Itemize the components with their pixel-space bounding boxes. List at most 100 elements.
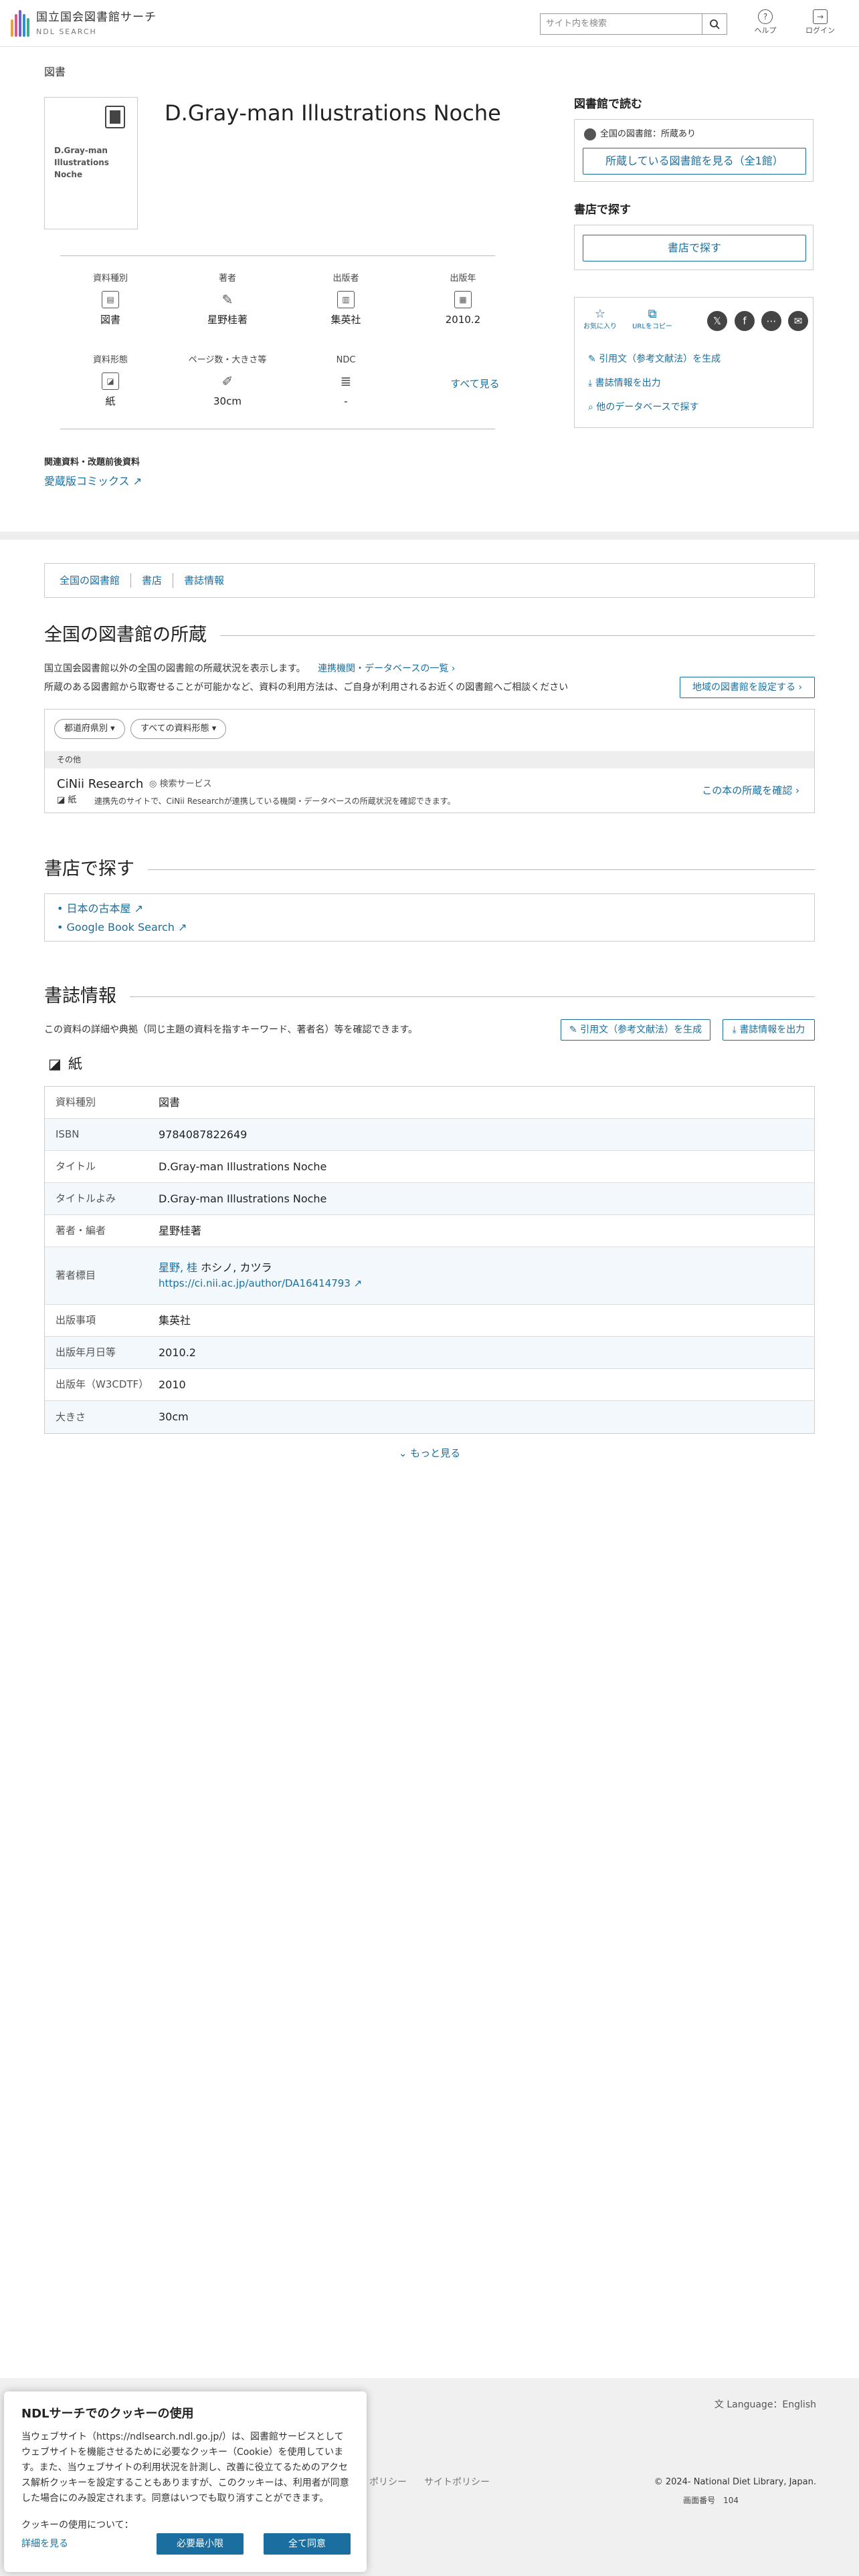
export-button-label: 書誌情報を出力 [739, 1025, 805, 1035]
table-row: 出版年月日等 2010.2 [45, 1337, 814, 1369]
bookstore-link[interactable]: • 日本の古本屋 ↗ [57, 899, 802, 918]
row-key: ISBN [56, 1128, 80, 1141]
row-value: 図書 [159, 1095, 181, 1109]
author-authority-link[interactable]: https://ci.nii.ac.jp/author/DA16414793 [159, 1277, 351, 1289]
logo-subtitle: NDL SEARCH [36, 27, 97, 36]
bookstore-link[interactable]: • Google Book Search ↗ [57, 918, 802, 937]
row-value: 9784087822649 [159, 1128, 248, 1141]
bookstores-section-heading: 書店で探す [44, 856, 815, 883]
source-tag-label: 検索サービス [159, 779, 212, 789]
thumbnail-title: D.Gray‐man Illustrations Noche [54, 146, 109, 179]
share-row: ☆ お気に入り ⧉ URLをコピー 𝕏 f ⋯ ✉ [580, 307, 808, 335]
confirm-holding-link[interactable]: この本の所蔵を確認 › [702, 783, 799, 798]
x-share-icon[interactable]: 𝕏 [707, 311, 727, 331]
see-all-link[interactable]: すべて見る [421, 377, 529, 392]
caret-down-icon: ▾ [110, 724, 115, 734]
view-holding-libraries-button[interactable]: 所蔵している図書館を見る（全1館） [583, 148, 806, 175]
meta-item: 資料形態 ◪ 紙 [60, 354, 161, 409]
line-share-icon[interactable]: ⋯ [761, 311, 781, 331]
tab-biblio[interactable]: 書誌情報 [173, 573, 235, 588]
partner-list-link[interactable]: 連携機関・データベースの一覧 › [318, 663, 455, 674]
libraries-desc2: 所蔵のある図書館から取寄せることが可能かなど、資料の利用方法は、ご自身が利用され… [44, 682, 569, 693]
publisher-link[interactable]: 集英社 [159, 1313, 814, 1329]
table-row: ISBN 9784087822649 [45, 1119, 814, 1151]
find-at-store-button[interactable]: 書店で探す [583, 235, 806, 261]
material-type-filter[interactable]: すべての資料形態 ▾ [130, 719, 227, 739]
cite-icon: ✎ [588, 354, 599, 364]
biblio-description: この資料の詳細や典拠（同じ主題の資料を指すキーワード、著者名）等を確認できます。 [44, 1025, 418, 1035]
meta-item: 出版年 ▦ 2010.2 [413, 272, 513, 327]
meta-value: 30cm [213, 395, 242, 407]
copy-url-button[interactable]: ⧉ URLをコピー [632, 307, 672, 332]
table-row: 出版事項 集英社 [45, 1305, 814, 1337]
meta-item: 出版者 ▥ 集英社 [296, 272, 396, 327]
source-tag: ◎ 検索サービス [149, 778, 212, 791]
library-status-text: 全国の図書館：所蔵あり [600, 129, 696, 139]
favorite-label: お気に入り [583, 323, 617, 330]
set-region-button[interactable]: 地域の図書館を設定する › [680, 677, 815, 698]
language-switch[interactable]: 文 Language：English [714, 2398, 816, 2412]
section-divider [0, 532, 859, 540]
tab-libraries[interactable]: 全国の図書館 [60, 572, 132, 588]
prefecture-filter[interactable]: 都道府県別 ▾ [54, 719, 125, 739]
meta-label: NDC [336, 355, 356, 365]
library-status: 全国の図書館：所蔵あり [584, 128, 696, 141]
table-row: タイトルよみ D.Gray‐man Illustrations Noche [45, 1183, 814, 1215]
tab-bookstores[interactable]: 書店 [131, 572, 174, 588]
meta-label: 資料形態 [92, 355, 128, 365]
cookie-accept-all-button[interactable]: 全て同意 [264, 2533, 351, 2555]
table-row: 大きさ 30cm [45, 1401, 814, 1433]
library-status-icon [584, 128, 596, 140]
related-link[interactable]: 愛蔵版コミックス ↗ [44, 473, 142, 490]
source-kind: ◪ 紙 [57, 794, 76, 807]
cookie-necessary-button[interactable]: 必要最小限 [157, 2533, 244, 2555]
row-key: 大きさ [56, 1410, 86, 1423]
title-link[interactable]: D.Gray‐man Illustrations Noche [159, 1159, 814, 1175]
site-logo[interactable]: 国立国会図書館サーチ NDL SEARCH [11, 9, 157, 37]
libraries-section-heading: 全国の図書館の所蔵 [44, 622, 815, 649]
favorite-button[interactable]: ☆ お気に入り [580, 307, 620, 332]
external-link-icon: ↗ [132, 475, 142, 488]
author-link[interactable]: 星野, 桂 [159, 1261, 197, 1274]
export-button[interactable]: ⤓ 書誌情報を出力 [723, 1019, 815, 1041]
export-link[interactable]: ⤓ 書誌情報を出力 [588, 377, 661, 391]
external-link-icon: ↗ [353, 1277, 363, 1290]
row-value: 星野桂著 [159, 1224, 202, 1237]
heading-rule [220, 635, 815, 636]
related-heading: 関連資料・改題前後資料 [44, 457, 140, 467]
bookstore-label: 日本の古本屋 [66, 902, 131, 915]
cite-link[interactable]: ✎ 引用文（参考文献法）を生成 [588, 352, 721, 366]
search-service-icon: ◎ [149, 779, 160, 789]
section-tabs: 全国の図書館 書店 書誌情報 [44, 563, 815, 598]
cite-button[interactable]: ✎ 引用文（参考文献法）を生成 [561, 1019, 710, 1041]
show-more-button[interactable]: ⌄ もっと見る [0, 1446, 859, 1461]
table-row: 出版年（W3CDTF） 2010 [45, 1369, 814, 1401]
help-label: ヘルプ [754, 26, 777, 35]
download-icon: ⤓ [588, 378, 595, 389]
search-input[interactable]: サイト内を検索 [540, 13, 702, 35]
ndc-icon: ≣ [340, 372, 352, 389]
meta-label: 著者 [218, 274, 236, 284]
facebook-share-icon[interactable]: f [735, 311, 755, 331]
biblio-section-heading: 書誌情報 [44, 983, 815, 1010]
biblio-heading: 書誌情報 [44, 986, 116, 1006]
help-button[interactable]: ? ヘルプ [745, 9, 785, 37]
material-kind-label: 紙 [68, 1056, 82, 1072]
metadata-grid: 資料種別 ▤ 図書 著者 ✎ 星野桂著 出版者 ▥ 集英社 出版年 ▦ 2010… [60, 255, 500, 429]
search-button[interactable] [702, 13, 727, 35]
cite-label: 引用文（参考文献法）を生成 [599, 354, 721, 364]
meta-value: 星野桂著 [207, 313, 248, 326]
partner-list-label: 連携機関・データベースの一覧 [318, 663, 449, 674]
login-button[interactable]: → ログイン [800, 9, 840, 37]
table-row: タイトル D.Gray‐man Illustrations Noche [45, 1151, 814, 1183]
other-db-link[interactable]: ⌕ 他のデータベースで探す [588, 401, 699, 415]
search-small-icon: ⌕ [588, 402, 597, 413]
meta-value: 2010.2 [445, 313, 481, 326]
meta-value: - [344, 395, 348, 407]
find-at-store-heading: 書店で探す [574, 203, 631, 217]
pen-icon: ✎ [221, 291, 233, 308]
cookie-details-link[interactable]: 詳細を見る [21, 2537, 68, 2551]
footer-link[interactable]: サイトポリシー [424, 2476, 490, 2490]
footer-link[interactable]: ポリシー [369, 2476, 407, 2490]
mail-share-icon[interactable]: ✉ [788, 311, 808, 331]
